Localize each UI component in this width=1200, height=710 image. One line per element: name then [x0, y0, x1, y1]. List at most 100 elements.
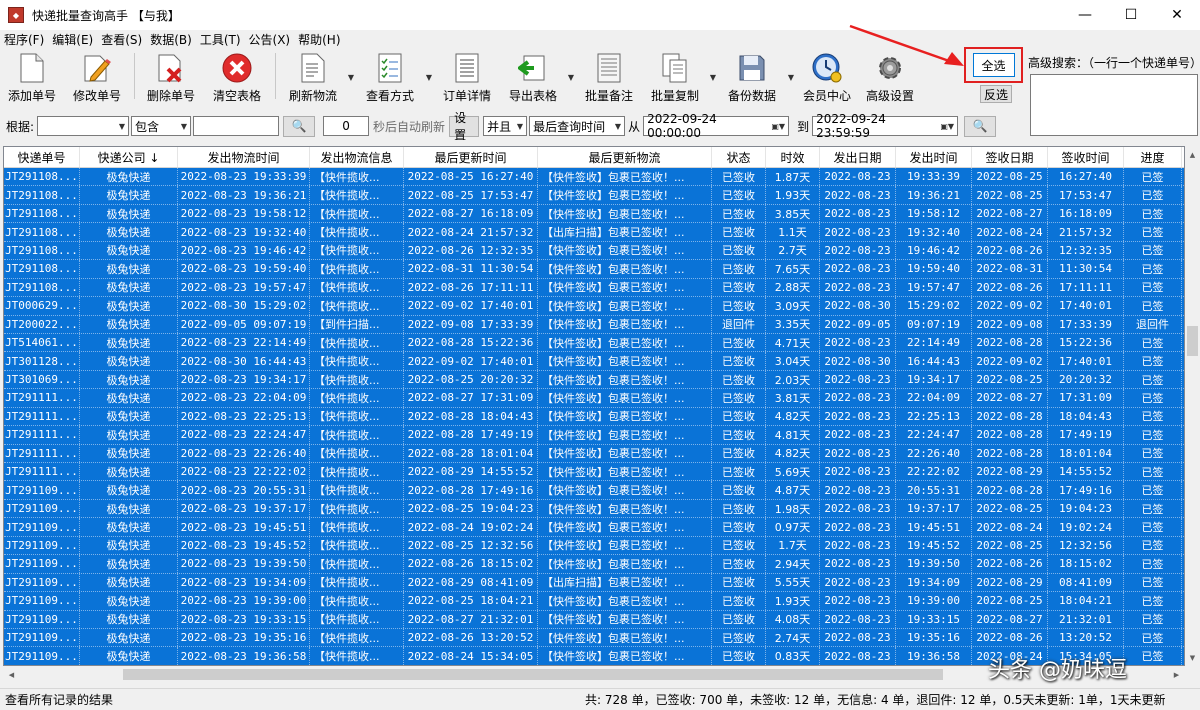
advanced-search-input[interactable]: [1030, 74, 1198, 136]
menu-view[interactable]: 查看(S): [97, 31, 146, 48]
filter-keyword-input[interactable]: [193, 116, 280, 136]
table-cell: JT291109...: [4, 536, 80, 555]
table-row[interactable]: JT291109... 极兔快递 2022-08-23 19:39:00 【快件揽收.…: [4, 592, 1184, 611]
clear-table-button[interactable]: 清空表格: [203, 50, 271, 104]
table-row[interactable]: JT291111... 极兔快递 2022-08-23 22:24:47 【快件揽收.…: [4, 426, 1184, 445]
table-row[interactable]: JT291108... 极兔快递 2022-08-23 19:46:42 【快件揽收.…: [4, 241, 1184, 261]
backup-data-button[interactable]: 备份数据: [718, 50, 786, 104]
column-header[interactable]: 发出物流时间: [178, 147, 310, 167]
table-cell: 【快件揽收...: [310, 186, 404, 204]
table-row[interactable]: JT514061... 极兔快递 2022-08-23 22:14:49 【快件揽收.…: [4, 333, 1184, 353]
menu-edit[interactable]: 编辑(E): [48, 31, 97, 48]
table-row[interactable]: JT291111... 极兔快递 2022-08-23 22:26:40 【快件揽收.…: [4, 444, 1184, 463]
table-cell: 2022-08-23 19:59:40: [178, 260, 310, 278]
table-row[interactable]: JT301069... 极兔快递 2022-08-23 19:34:17 【快件揽收.…: [4, 370, 1184, 390]
menu-notice[interactable]: 公告(X): [245, 31, 295, 48]
menu-help[interactable]: 帮助(H): [294, 31, 344, 48]
to-date-picker[interactable]: 2022-09-24 23:59:59 ▣▼: [812, 112, 959, 140]
export-dropdown-arrow[interactable]: ▼: [566, 50, 576, 104]
table-row[interactable]: JT291108... 极兔快递 2022-08-23 19:57:47 【快件揽收.…: [4, 278, 1184, 298]
column-header[interactable]: 签收时间: [1048, 147, 1124, 167]
batch-note-button[interactable]: 批量备注: [576, 50, 642, 104]
date-search-button[interactable]: 🔍: [964, 115, 997, 137]
table-row[interactable]: JT291109... 极兔快递 2022-08-23 19:45:52 【快件揽收.…: [4, 536, 1184, 556]
table-row[interactable]: JT000629... 极兔快递 2022-08-30 15:29:02 【快件揽收.…: [4, 297, 1184, 316]
menu-program[interactable]: 程序(F): [0, 31, 48, 48]
settings-button[interactable]: 设置: [449, 111, 480, 142]
column-header[interactable]: 最后更新物流: [538, 147, 712, 167]
table-cell: 17:40:01: [1048, 352, 1124, 370]
table-cell: 17:49:19: [1048, 426, 1124, 444]
table-cell: 2022-08-23: [820, 223, 896, 241]
add-order-button[interactable]: 添加单号: [0, 50, 64, 104]
title-bar[interactable]: ◆ 快递批量查询高手 【与我】 — ☐ ✕: [0, 0, 1200, 30]
backup-dropdown-arrow[interactable]: ▼: [786, 50, 796, 104]
scroll-down-icon[interactable]: ▼: [1185, 649, 1200, 666]
menu-data[interactable]: 数据(B): [146, 31, 196, 48]
filter-match-select[interactable]: 包含 ▼: [131, 116, 192, 136]
table-row[interactable]: JT291109... 极兔快递 2022-08-23 19:34:09 【快件揽收.…: [4, 573, 1184, 593]
logic-select[interactable]: 并且 ▼: [483, 116, 528, 136]
search-button[interactable]: 🔍: [283, 115, 316, 137]
column-header[interactable]: 最后更新时间: [404, 147, 538, 167]
column-header[interactable]: 进度: [1124, 147, 1182, 167]
column-header[interactable]: 时效: [766, 147, 820, 167]
scroll-left-icon[interactable]: ◀: [3, 666, 20, 683]
maximize-button[interactable]: ☐: [1108, 0, 1154, 30]
table-cell: 极兔快递: [80, 352, 178, 370]
table-row[interactable]: JT291111... 极兔快递 2022-08-23 22:04:09 【快件揽收.…: [4, 389, 1184, 408]
delete-order-button[interactable]: 删除单号: [139, 50, 203, 104]
column-header[interactable]: 签收日期: [972, 147, 1048, 167]
order-detail-button[interactable]: 订单详情: [434, 50, 500, 104]
refresh-dropdown-arrow[interactable]: ▼: [346, 50, 356, 104]
export-table-button[interactable]: 导出表格: [500, 50, 566, 104]
table-row[interactable]: JT200022... 极兔快递 2022-09-05 09:07:19 【到件扫描.…: [4, 315, 1184, 334]
column-header[interactable]: 发出时间: [896, 147, 972, 167]
date-field-select[interactable]: 最后查询时间 ▼: [529, 116, 626, 136]
column-header[interactable]: 状态: [712, 147, 766, 167]
column-header[interactable]: 快递公司 ↓: [80, 147, 178, 167]
table-row[interactable]: JT291108... 极兔快递 2022-08-23 19:36:21 【快件揽收.…: [4, 186, 1184, 205]
column-header[interactable]: 发出物流信息: [310, 147, 404, 167]
filter-field-select[interactable]: ▼: [37, 116, 130, 136]
from-date-picker[interactable]: 2022-09-24 00:00:00 ▣▼: [643, 112, 790, 140]
column-header[interactable]: 发出日期: [820, 147, 896, 167]
minimize-button[interactable]: —: [1062, 0, 1108, 30]
view-mode-dropdown-arrow[interactable]: ▼: [424, 50, 434, 104]
refresh-logistics-button[interactable]: 刷新物流: [280, 50, 346, 104]
table-row[interactable]: JT291109... 极兔快递 2022-08-23 19:37:17 【快件揽收.…: [4, 499, 1184, 519]
edit-order-button[interactable]: 修改单号: [64, 50, 130, 104]
table-cell: 22:24:47: [896, 426, 972, 444]
refresh-seconds-input[interactable]: 0: [323, 116, 370, 136]
menu-tools[interactable]: 工具(T): [196, 31, 245, 48]
table-row[interactable]: JT301128... 极兔快递 2022-08-30 16:44:43 【快件揽收.…: [4, 352, 1184, 371]
table-row[interactable]: JT291108... 极兔快递 2022-08-23 19:59:40 【快件揽收.…: [4, 260, 1184, 279]
vertical-scrollbar[interactable]: ▲ ▼: [1185, 146, 1200, 666]
copy-dropdown-arrow[interactable]: ▼: [708, 50, 718, 104]
table-row[interactable]: JT291108... 极兔快递 2022-08-23 19:58:12 【快件揽收.…: [4, 204, 1184, 224]
table-cell: 已签: [1124, 628, 1182, 647]
table-cell: 17:40:01: [1048, 297, 1124, 315]
view-mode-button[interactable]: 查看方式: [356, 50, 424, 104]
table-row[interactable]: JT291109... 极兔快递 2022-08-23 19:45:51 【快件揽收.…: [4, 518, 1184, 537]
horizontal-scroll-thumb[interactable]: [123, 669, 943, 680]
table-row[interactable]: JT291109... 极兔快递 2022-08-23 19:33:15 【快件揽收.…: [4, 610, 1184, 629]
table-cell: 19:46:42: [896, 241, 972, 260]
results-table[interactable]: 快递单号 快递公司 ↓ 发出物流时间 发出物流信息 最后更新时间 最后更新物流 状态 时效 发出…: [3, 146, 1185, 666]
table-row[interactable]: JT291109... 极兔快递 2022-08-23 19:35:16 【快件揽收.…: [4, 628, 1184, 648]
scroll-right-icon[interactable]: ▶: [1168, 666, 1185, 683]
table-row[interactable]: JT291109... 极兔快递 2022-08-23 19:39:50 【快件揽收.…: [4, 555, 1184, 574]
table-row[interactable]: JT291111... 极兔快递 2022-08-23 22:22:02 【快件揽收.…: [4, 463, 1184, 482]
select-all-button[interactable]: 全选: [972, 53, 1015, 77]
table-row[interactable]: JT291108... 极兔快递 2022-08-23 19:33:39 【快件揽收.…: [4, 168, 1184, 187]
vertical-scroll-thumb[interactable]: [1187, 326, 1198, 356]
table-row[interactable]: JT291108... 极兔快递 2022-08-23 19:32:40 【快件揽收.…: [4, 223, 1184, 242]
table-row[interactable]: JT291109... 极兔快递 2022-08-23 20:55:31 【快件揽收.…: [4, 481, 1184, 500]
table-cell: JT291108...: [4, 223, 80, 241]
close-button[interactable]: ✕: [1154, 0, 1200, 30]
batch-copy-button[interactable]: 批量复制: [642, 50, 708, 104]
table-row[interactable]: JT291111... 极兔快递 2022-08-23 22:25:13 【快件揽收.…: [4, 407, 1184, 427]
scroll-up-icon[interactable]: ▲: [1185, 146, 1200, 163]
column-header[interactable]: 快递单号: [4, 147, 80, 167]
invert-selection-button[interactable]: 反选: [980, 85, 1012, 103]
